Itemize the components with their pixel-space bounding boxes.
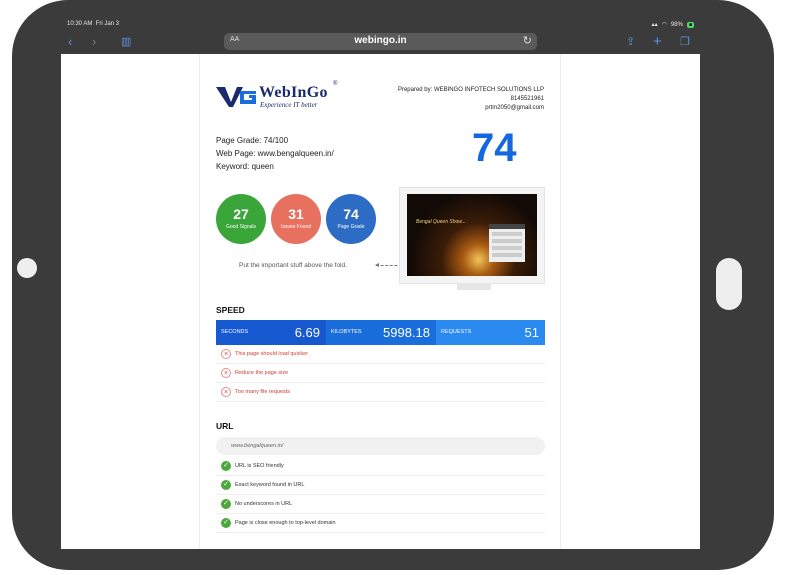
- report-meta: Page Grade: 74/100 Web Page: www.bengalq…: [216, 134, 334, 173]
- speed-issue-item: × Reduce the page size: [216, 364, 545, 383]
- status-date: Fri Jan 3: [95, 21, 120, 27]
- url-check-item: ✓ URL is SEO friendly: [216, 457, 545, 476]
- reload-icon[interactable]: ↻: [523, 34, 532, 47]
- speed-issue-text: Reduce the page size: [235, 370, 289, 376]
- address-bar[interactable]: AA webingo.in ↻: [224, 33, 537, 50]
- error-icon: ×: [221, 387, 231, 397]
- site-screenshot: Bengal Queen Show...: [407, 194, 537, 276]
- seconds-label: SECONDS: [221, 329, 249, 335]
- good-signals-value: 27: [233, 206, 249, 222]
- logo-tagline: Experience IT better: [260, 101, 318, 109]
- url-check-item: ✓ Page is close enough to top-level doma…: [216, 514, 545, 533]
- issues-found-value: 31: [288, 206, 304, 222]
- battery-percent: 98%: [670, 21, 683, 28]
- speed-bar: SECONDS 6.69 KILOBYTES 5998.18 REQUESTS …: [216, 320, 545, 345]
- url-check-text: Exact keyword found in URL: [235, 482, 305, 488]
- status-right: ▴▴ ◠ 98% ■: [652, 21, 694, 28]
- site-preview-monitor: Bengal Queen Show...: [399, 187, 545, 290]
- check-icon: ✓: [221, 480, 231, 490]
- side-button[interactable]: [716, 258, 742, 310]
- page-grade-circle: 74 Page Grade: [326, 194, 376, 244]
- good-signals-circle: 27 Good Signals: [216, 194, 266, 244]
- issues-found-label: Issues Found: [280, 224, 312, 230]
- monitor-stand: [457, 283, 491, 290]
- site-preview-title: Bengal Queen Show...: [416, 219, 466, 225]
- check-icon: ✓: [221, 461, 231, 471]
- requests-label: REQUESTS: [441, 329, 472, 335]
- battery-icon: ■: [686, 21, 694, 28]
- url-value: www.bengalqueen.in/: [216, 437, 545, 455]
- status-time: 10:30 AM: [67, 21, 93, 27]
- speed-issue-item: × This page should load quicker: [216, 345, 545, 364]
- keyword-line: Keyword: queen: [216, 162, 274, 171]
- prepared-by-phone: 8145521961: [510, 96, 544, 102]
- home-button[interactable]: [17, 258, 37, 278]
- browser-toolbar: ‹ › ▥ AA webingo.in ↻ ⇪ + ❐: [61, 31, 700, 54]
- prepared-by: Prepared by: WEBINGO INFOTECH SOLUTIONS …: [398, 86, 544, 113]
- url-check-text: No underscores in URL: [235, 501, 293, 507]
- error-icon: ×: [221, 368, 231, 378]
- signal-icon: ▴▴: [651, 22, 658, 28]
- status-time-date: 10:30 AM Fri Jan 3: [67, 21, 119, 27]
- good-signals-label: Good Signals: [225, 224, 257, 230]
- webingo-logo: WebInGo ® Experience IT better: [216, 81, 338, 109]
- speed-issue-item: × Too many file requests: [216, 383, 545, 402]
- kilobytes-value: 5998.18: [383, 325, 430, 340]
- page-grade-line: Page Grade: 74/100: [216, 136, 289, 145]
- speed-issue-text: This page should load quicker: [235, 351, 309, 357]
- speed-issue-text: Too many file requests: [235, 389, 291, 395]
- page-grade-label: Page Grade: [337, 224, 365, 230]
- logo-brand: WebInGo: [259, 84, 328, 101]
- requests-segment: REQUESTS 51: [436, 320, 545, 345]
- forward-icon[interactable]: ›: [92, 34, 96, 50]
- requests-value: 51: [524, 325, 539, 340]
- kilobytes-label: KILOBYTES: [331, 329, 362, 335]
- error-icon: ×: [221, 349, 231, 359]
- tabs-icon[interactable]: ❐: [680, 34, 690, 50]
- url-check-text: URL is SEO friendly: [235, 463, 284, 469]
- kilobytes-segment: KILOBYTES 5998.18: [326, 320, 436, 345]
- web-content: WebInGo ® Experience IT better Prepared …: [61, 54, 700, 549]
- speed-heading: SPEED: [216, 305, 245, 315]
- url-heading: URL: [216, 421, 234, 431]
- url-check-item: ✓ Exact keyword found in URL: [216, 476, 545, 495]
- screen: 10:30 AM Fri Jan 3 ▴▴ ◠ 98% ■ ‹ › ▥ AA w…: [61, 18, 700, 549]
- check-icon: ✓: [221, 518, 231, 528]
- url-check-text: Page is close enough to top-level domain: [235, 520, 336, 526]
- check-icon: ✓: [221, 499, 231, 509]
- big-score: 74: [472, 126, 517, 170]
- site-preview-form: [489, 224, 525, 262]
- fold-tip: Put the important stuff above the fold.: [239, 262, 347, 269]
- seconds-segment: SECONDS 6.69: [216, 320, 326, 345]
- wifi-icon: ◠: [661, 22, 667, 28]
- page-grade-value: 74: [343, 206, 359, 222]
- issues-found-circle: 31 Issues Found: [271, 194, 321, 244]
- web-page-line: Web Page: www.bengalqueen.in/: [216, 149, 334, 158]
- back-icon[interactable]: ‹: [68, 34, 72, 50]
- logo-mark-icon: [216, 87, 256, 107]
- seconds-value: 6.69: [294, 325, 320, 340]
- bookmarks-icon[interactable]: ▥: [121, 34, 131, 50]
- prepared-by-company: Prepared by: WEBINGO INFOTECH SOLUTIONS …: [397, 87, 544, 93]
- logo-registered: ®: [333, 81, 338, 87]
- status-bar: 10:30 AM Fri Jan 3 ▴▴ ◠ 98% ■: [61, 18, 700, 31]
- share-icon[interactable]: ⇪: [626, 34, 635, 50]
- new-tab-icon[interactable]: +: [653, 34, 662, 50]
- address-host: webingo.in: [354, 35, 407, 46]
- seo-report: WebInGo ® Experience IT better Prepared …: [199, 54, 561, 549]
- url-check-item: ✓ No underscores in URL: [216, 495, 545, 514]
- prepared-by-email: prtm2050@gmail.com: [485, 105, 544, 111]
